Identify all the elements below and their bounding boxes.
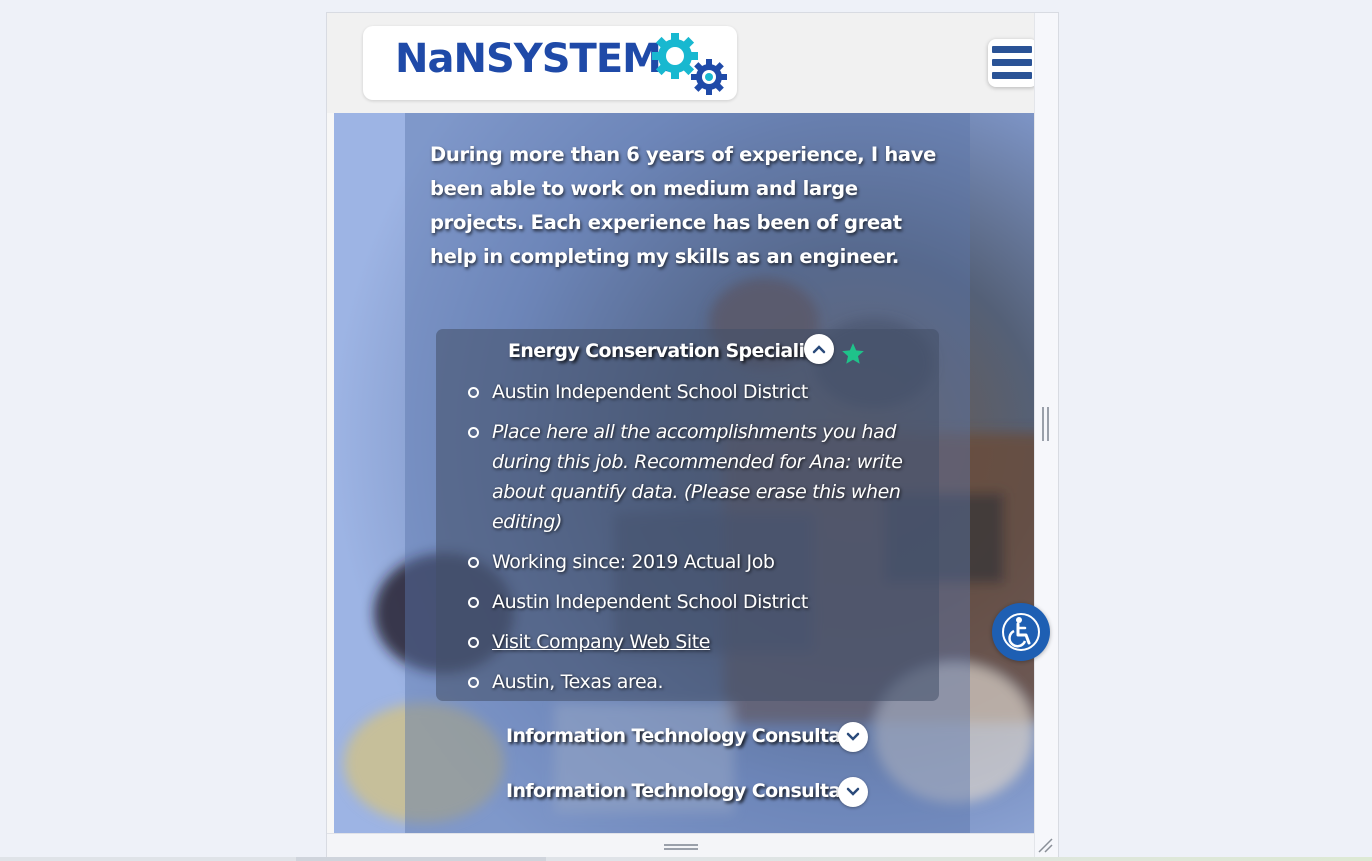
chevron-down-icon[interactable] (838, 777, 868, 807)
brand-name: NaNSYSTEMS (395, 36, 690, 82)
intro-paragraph: During more than 6 years of experience, … (430, 143, 937, 268)
chevron-down-icon[interactable] (838, 722, 868, 752)
visit-company-website-link[interactable]: Visit Company Web Site (492, 631, 711, 653)
device-frame: NaNSYSTEMS During more than 6 years of e… (326, 12, 1059, 858)
brand-logo[interactable]: NaNSYSTEMS (363, 26, 737, 100)
accessibility-icon[interactable] (992, 603, 1050, 661)
chevron-up-icon[interactable] (804, 334, 834, 364)
job-working-since: Working since: 2019 Actual Job (466, 551, 928, 573)
hamburger-menu-icon[interactable] (988, 39, 1038, 87)
job-title: Information Technology Consultant (506, 780, 863, 802)
resize-corner-icon[interactable] (1036, 836, 1054, 854)
star-icon (842, 343, 864, 364)
job-accomplishments: Place here all the accomplishments you h… (466, 417, 928, 537)
bottom-resize-handle[interactable] (664, 844, 698, 850)
experience-section: During more than 6 years of experience, … (334, 113, 1034, 833)
job-location: Austin, Texas area. (466, 671, 928, 693)
site-header: NaNSYSTEMS (327, 13, 1038, 113)
job-company: Austin Independent School District (466, 381, 928, 403)
side-resize-handle[interactable] (1042, 407, 1049, 441)
bottom-resize-bar (327, 833, 1034, 857)
job-company-repeat: Austin Independent School District (466, 591, 928, 613)
page-bottom-strip (0, 857, 1372, 861)
gears-icon (652, 33, 727, 95)
job-card-expanded: Energy Conservation Specialist Austin In… (436, 329, 939, 701)
job-title: Information Technology Consultant (506, 725, 863, 747)
job-title: Energy Conservation Specialist (508, 340, 824, 362)
job-details-list: Austin Independent School District Place… (466, 381, 928, 711)
job-website-item: Visit Company Web Site (466, 631, 928, 653)
